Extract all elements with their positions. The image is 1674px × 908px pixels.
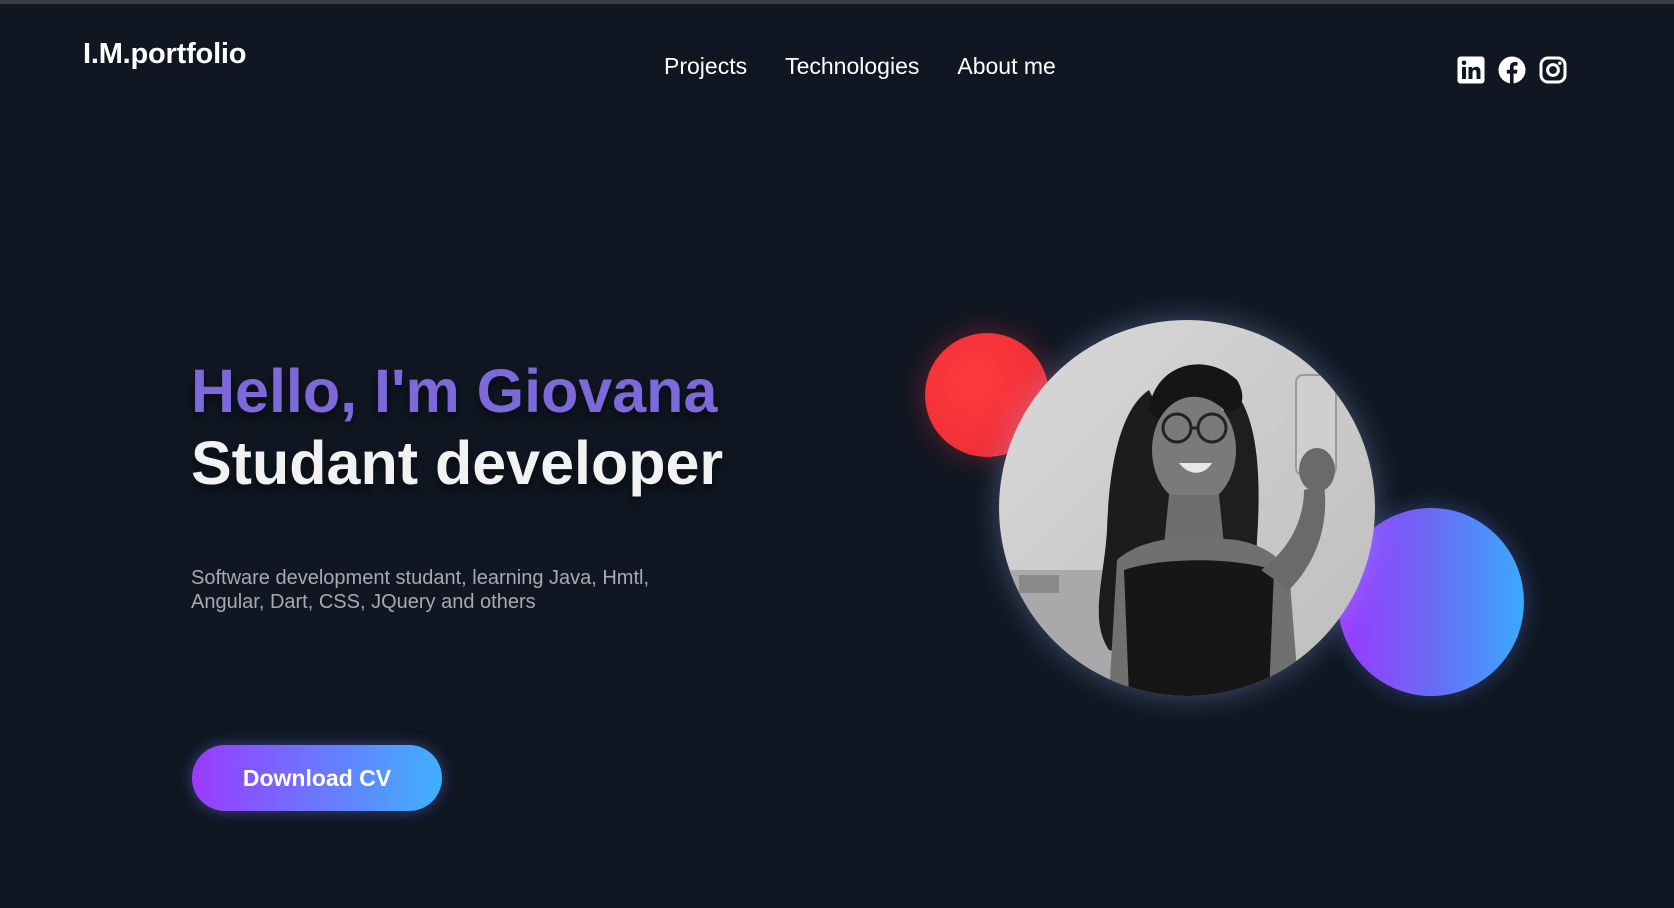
instagram-icon[interactable] bbox=[1538, 55, 1568, 85]
hero-heading: Hello, I'm Giovana Studant developer bbox=[191, 355, 723, 499]
social-links bbox=[1456, 55, 1568, 85]
profile-photo bbox=[999, 320, 1375, 696]
nav-link-projects[interactable]: Projects bbox=[664, 53, 747, 80]
hero-role: Studant developer bbox=[191, 429, 724, 497]
nav-link-about-me[interactable]: About me bbox=[957, 53, 1055, 80]
facebook-icon[interactable] bbox=[1497, 55, 1527, 85]
nav-link-technologies[interactable]: Technologies bbox=[785, 53, 919, 80]
linkedin-icon[interactable] bbox=[1456, 55, 1486, 85]
site-logo[interactable]: I.M.portfolio bbox=[83, 38, 247, 71]
window-top-border bbox=[0, 0, 1674, 4]
hero-description: Software development studant, learning J… bbox=[191, 567, 650, 613]
main-nav: Projects Technologies About me bbox=[664, 53, 1056, 80]
hero-greeting: Hello, I'm Giovana bbox=[191, 357, 718, 425]
download-cv-button[interactable]: Download CV bbox=[192, 745, 442, 811]
